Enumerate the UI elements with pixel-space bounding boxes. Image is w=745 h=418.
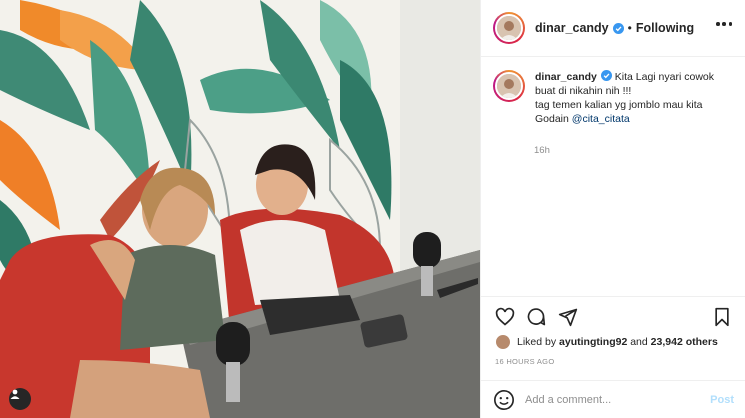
liked-by-prefix: Liked by bbox=[517, 336, 557, 348]
bookmark-icon[interactable] bbox=[712, 307, 732, 327]
post-comment-button[interactable]: Post bbox=[710, 394, 734, 406]
more-options-icon[interactable] bbox=[716, 22, 732, 26]
emoji-icon[interactable] bbox=[493, 389, 515, 411]
instagram-post: dinar_candy • Following dinar_candy Kita… bbox=[0, 0, 745, 418]
caption: dinar_candy Kita Lagi nyari cowok buat d… bbox=[493, 70, 733, 126]
mention-link[interactable]: @cita_citata bbox=[572, 113, 630, 125]
liked-and: and bbox=[630, 336, 648, 348]
following-button[interactable]: Following bbox=[636, 21, 694, 35]
likes-count[interactable]: 23,942 others bbox=[651, 336, 718, 348]
paper-plane-icon[interactable] bbox=[558, 307, 578, 327]
photo-illustration bbox=[0, 0, 480, 418]
avatar-image bbox=[495, 14, 523, 42]
post-side-panel: dinar_candy • Following dinar_candy Kita… bbox=[480, 0, 745, 418]
liker-username[interactable]: ayutingting92 bbox=[559, 336, 627, 348]
comment-input[interactable] bbox=[525, 393, 690, 406]
comment-box: Post bbox=[481, 380, 745, 418]
verified-badge-icon bbox=[612, 22, 624, 34]
caption-text: dinar_candy Kita Lagi nyari cowok buat d… bbox=[535, 70, 730, 126]
action-bar bbox=[481, 296, 745, 336]
user-tag-icon[interactable] bbox=[9, 388, 31, 410]
post-header: dinar_candy • Following bbox=[481, 0, 745, 57]
separator-dot: • bbox=[627, 21, 632, 35]
likes-summary: Liked by ayutingting92 and 23,942 others bbox=[495, 334, 718, 350]
caption-username[interactable]: dinar_candy bbox=[535, 71, 597, 83]
heart-icon[interactable] bbox=[495, 307, 515, 327]
post-photo[interactable] bbox=[0, 0, 480, 418]
caption-age[interactable]: 16h bbox=[534, 145, 550, 156]
avatar-image bbox=[495, 72, 523, 100]
verified-badge-icon bbox=[600, 70, 612, 81]
liker-avatar[interactable] bbox=[495, 334, 511, 350]
comment-icon[interactable] bbox=[526, 307, 546, 327]
post-timestamp[interactable]: 16 HOURS AGO bbox=[495, 357, 554, 366]
caption-avatar[interactable] bbox=[493, 70, 525, 102]
username-link[interactable]: dinar_candy bbox=[535, 21, 609, 35]
avatar[interactable] bbox=[493, 12, 525, 44]
